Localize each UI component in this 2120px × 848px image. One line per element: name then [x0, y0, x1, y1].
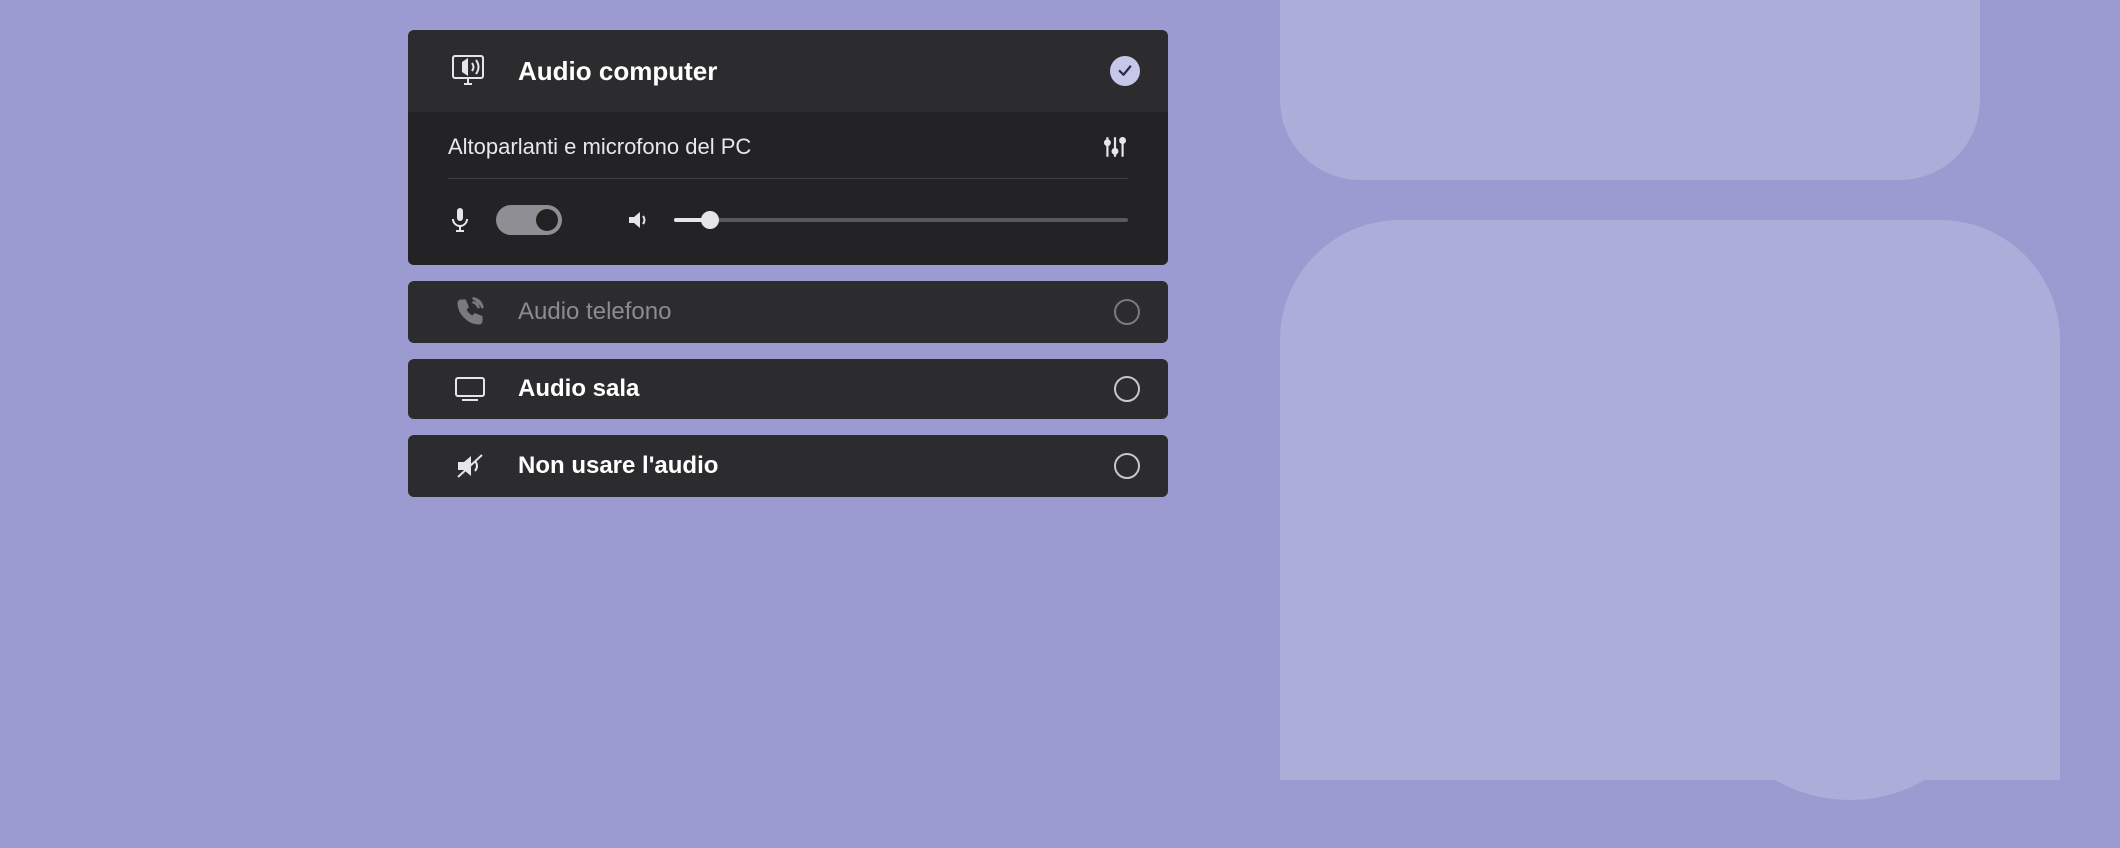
speaker-icon [626, 208, 650, 232]
background-shape [1280, 0, 1980, 180]
audio-options-panel: Audio computer Altoparlanti e microfono … [408, 30, 1168, 497]
radio-unselected-icon[interactable] [1114, 299, 1140, 325]
option-computer-audio[interactable]: Audio computer Altoparlanti e microfono … [408, 30, 1168, 265]
option-no-audio[interactable]: Non usare l'audio [408, 435, 1168, 497]
audio-settings-icon[interactable] [1102, 134, 1128, 160]
phone-icon [448, 297, 492, 327]
volume-slider[interactable] [674, 208, 1128, 232]
room-icon [448, 375, 492, 403]
option-phone-audio[interactable]: Audio telefono [408, 281, 1168, 343]
volume-thumb[interactable] [701, 211, 719, 229]
microphone-icon [448, 207, 472, 233]
selected-check-icon [1110, 56, 1140, 86]
option-computer-label: Audio computer [518, 56, 1084, 87]
speaker-muted-icon [448, 451, 492, 481]
microphone-toggle[interactable] [496, 205, 562, 235]
computer-audio-settings: Altoparlanti e microfono del PC [408, 112, 1168, 265]
radio-unselected-icon[interactable] [1114, 376, 1140, 402]
computer-audio-icon [448, 54, 492, 88]
option-none-label: Non usare l'audio [518, 452, 1088, 480]
option-room-audio[interactable]: Audio sala [408, 359, 1168, 419]
option-phone-label: Audio telefono [518, 298, 1088, 326]
background-shape [1700, 500, 2000, 800]
option-room-label: Audio sala [518, 375, 1088, 403]
device-name-label: Altoparlanti e microfono del PC [448, 134, 751, 160]
radio-unselected-icon[interactable] [1114, 453, 1140, 479]
option-computer-header[interactable]: Audio computer [408, 30, 1168, 112]
